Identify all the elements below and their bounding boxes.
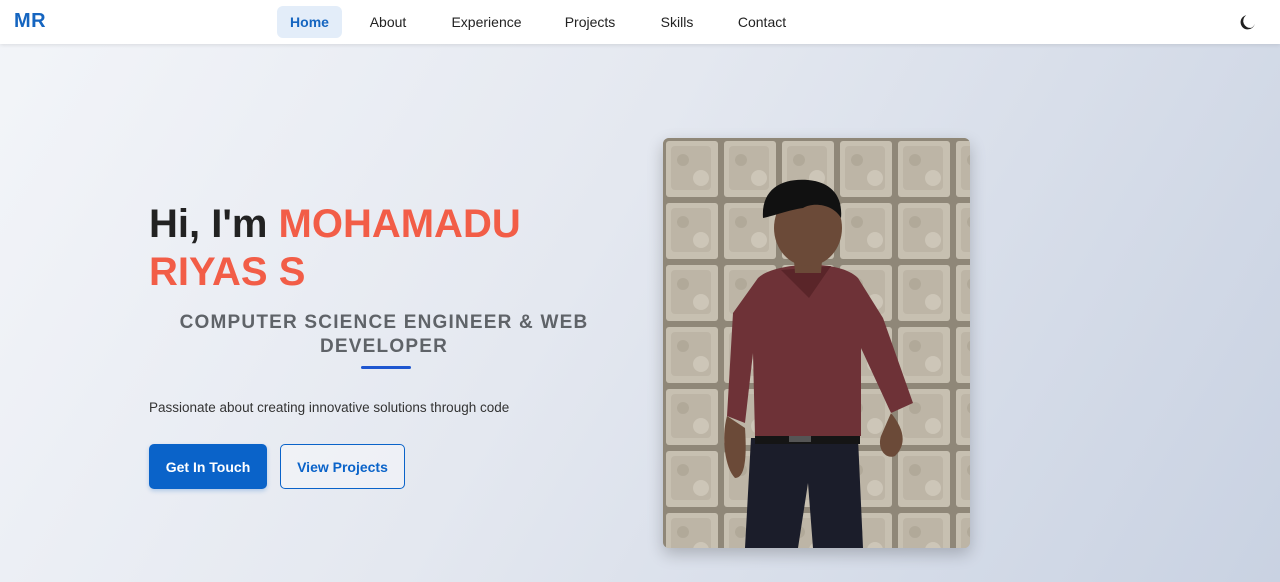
logo[interactable]: MR — [14, 10, 46, 33]
nav-link-experience[interactable]: Experience — [434, 6, 539, 38]
greeting-text: Hi, I'm — [149, 202, 279, 246]
nav-link-about[interactable]: About — [348, 6, 428, 38]
nav-link-skills[interactable]: Skills — [641, 6, 713, 38]
hero-subtitle: COMPUTER SCIENCE ENGINEER & WEB DEVELOPE… — [179, 312, 589, 357]
nav-link-contact[interactable]: Contact — [719, 6, 805, 38]
nav-link-home[interactable]: Home — [277, 6, 342, 38]
hero-tagline: Passionate about creating innovative sol… — [149, 400, 510, 415]
moon-icon[interactable] — [1238, 12, 1258, 32]
navbar: MR Home About Experience Projects Skills… — [0, 0, 1280, 44]
profile-photo — [663, 138, 970, 548]
nav-link-projects[interactable]: Projects — [545, 6, 635, 38]
accent-divider — [361, 366, 411, 369]
hero-title: Hi, I'm MOHAMADU RIYAS S — [149, 200, 609, 296]
get-in-touch-button[interactable]: Get In Touch — [149, 444, 267, 489]
view-projects-button[interactable]: View Projects — [280, 444, 405, 489]
nav-links: Home About Experience Projects Skills Co… — [277, 6, 811, 38]
